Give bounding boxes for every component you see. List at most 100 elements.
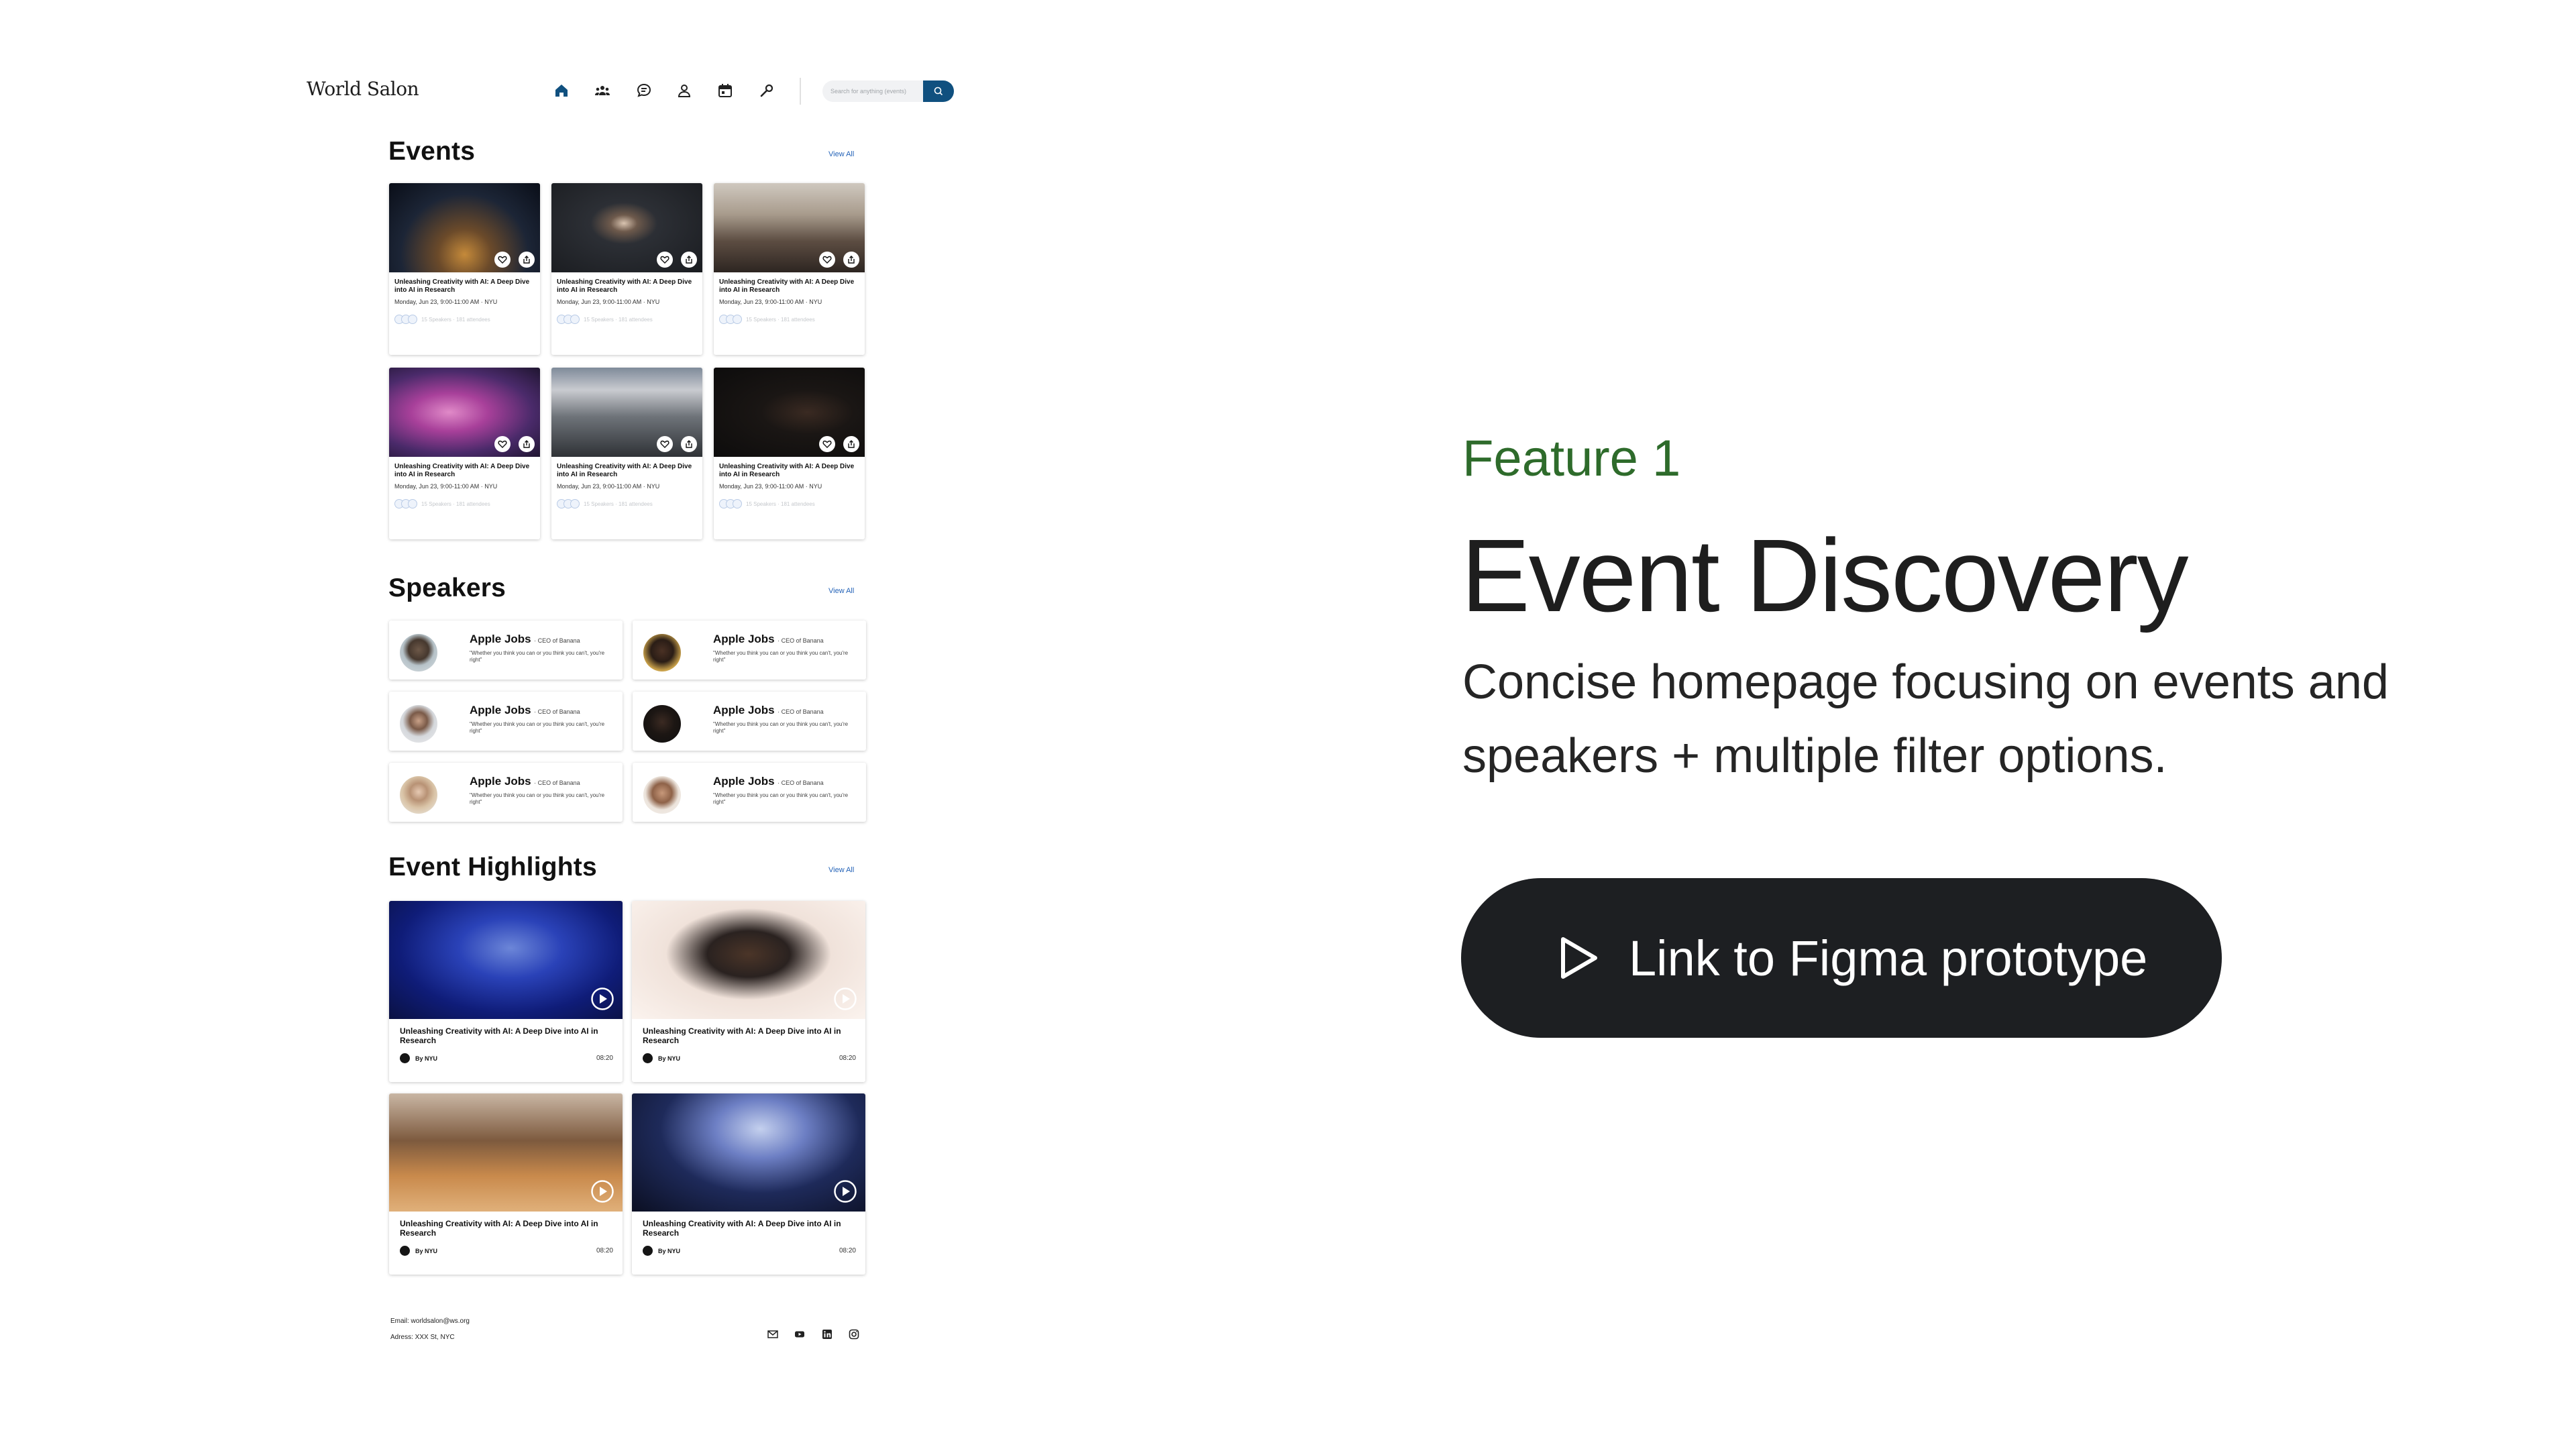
share-icon[interactable]: [681, 436, 697, 452]
speaker-role: · CEO of Banana: [777, 708, 824, 715]
speaker-quote: "Whether you think you can or you think …: [713, 721, 849, 734]
calendar-icon[interactable]: [716, 81, 735, 100]
highlight-title: Unleashing Creativity with AI: A Deep Di…: [643, 1219, 841, 1238]
video-thumbnail: [632, 901, 865, 1019]
homepage-mockup: World Salon Events View All Unleashing C…: [0, 0, 1006, 1449]
share-icon[interactable]: [843, 436, 859, 452]
play-icon[interactable]: [833, 1179, 857, 1203]
linkedin-icon[interactable]: [820, 1327, 835, 1342]
profile-icon[interactable]: [675, 81, 694, 100]
event-date: Monday, Jun 23, 9:00-11:00 AM · NYU: [719, 299, 822, 305]
play-icon[interactable]: [590, 987, 614, 1011]
highlight-title: Unleashing Creativity with AI: A Deep Di…: [400, 1026, 598, 1045]
feature-title: Event Discovery: [1461, 518, 2189, 633]
footer-email: Email: worldsalon@ws.org: [390, 1318, 470, 1325]
highlight-video-card[interactable]: Unleashing Creativity with AI: A Deep Di…: [389, 901, 623, 1082]
share-icon[interactable]: [519, 252, 535, 268]
play-icon[interactable]: [833, 987, 857, 1011]
speaker-role: · CEO of Banana: [534, 708, 580, 715]
speaker-name: Apple Jobs: [713, 704, 775, 716]
highlight-video-card[interactable]: Unleashing Creativity with AI: A Deep Di…: [389, 1093, 623, 1275]
feature-description: Concise homepage focusing on events and …: [1462, 655, 2389, 783]
speaker-avatars: [719, 499, 742, 508]
favorite-icon[interactable]: [819, 252, 835, 268]
community-icon[interactable]: [593, 81, 612, 100]
video-duration: 08:20: [596, 1055, 613, 1062]
figma-prototype-button[interactable]: Link to Figma prototype: [1461, 878, 2222, 1038]
tools-icon[interactable]: [757, 81, 776, 100]
video-duration: 08:20: [839, 1247, 856, 1254]
play-outline-icon: [1561, 937, 1597, 979]
search-field[interactable]: [822, 80, 927, 102]
speakers-view-all-link[interactable]: View All: [828, 587, 854, 595]
event-card[interactable]: Unleashing Creativity with AI: A Deep Di…: [714, 368, 865, 539]
search-button[interactable]: [923, 80, 954, 102]
speaker-role: · CEO of Banana: [777, 780, 824, 786]
speaker-name: Apple Jobs: [713, 633, 775, 645]
speaker-card[interactable]: Apple Jobs · CEO of Banana "Whether you …: [633, 621, 866, 680]
speaker-avatars: [719, 315, 742, 324]
share-icon[interactable]: [681, 252, 697, 268]
speaker-name: Apple Jobs: [470, 633, 531, 645]
highlight-title: Unleashing Creativity with AI: A Deep Di…: [643, 1026, 841, 1045]
figma-prototype-label: Link to Figma prototype: [1629, 930, 2148, 986]
highlight-video-card[interactable]: Unleashing Creativity with AI: A Deep Di…: [632, 901, 865, 1082]
event-card[interactable]: Unleashing Creativity with AI: A Deep Di…: [551, 183, 702, 355]
share-icon[interactable]: [519, 436, 535, 452]
speaker-avatar: [643, 705, 681, 743]
event-date: Monday, Jun 23, 9:00-11:00 AM · NYU: [557, 299, 660, 305]
brand-logo[interactable]: World Salon: [307, 78, 419, 100]
speaker-card[interactable]: Apple Jobs · CEO of Banana "Whether you …: [633, 692, 866, 751]
highlight-video-card[interactable]: Unleashing Creativity with AI: A Deep Di…: [632, 1093, 865, 1275]
favorite-icon[interactable]: [657, 252, 673, 268]
event-card[interactable]: Unleashing Creativity with AI: A Deep Di…: [551, 368, 702, 539]
speaker-avatar: [400, 776, 437, 814]
favorite-icon[interactable]: [657, 436, 673, 452]
mail-icon[interactable]: [765, 1327, 780, 1342]
speaker-card[interactable]: Apple Jobs · CEO of Banana "Whether you …: [389, 692, 623, 751]
highlights-view-all-link[interactable]: View All: [828, 866, 854, 874]
event-card[interactable]: Unleashing Creativity with AI: A Deep Di…: [389, 368, 540, 539]
speaker-avatar: [400, 634, 437, 672]
event-date: Monday, Jun 23, 9:00-11:00 AM · NYU: [719, 483, 822, 490]
speaker-card[interactable]: Apple Jobs · CEO of Banana "Whether you …: [633, 763, 866, 822]
event-image: [551, 183, 702, 272]
events-view-all-link[interactable]: View All: [828, 150, 854, 158]
event-title: Unleashing Creativity with AI: A Deep Di…: [557, 278, 692, 294]
youtube-icon[interactable]: [792, 1327, 807, 1342]
favorite-icon[interactable]: [494, 436, 511, 452]
speaker-card[interactable]: Apple Jobs · CEO of Banana "Whether you …: [389, 763, 623, 822]
play-icon[interactable]: [590, 1179, 614, 1203]
event-image: [389, 368, 540, 457]
speakers-section-title: Speakers: [388, 574, 506, 602]
organizer-avatar: [643, 1053, 653, 1063]
event-stats-text: 15 Speakers · 181 attendees: [421, 316, 490, 323]
event-stats: 15 Speakers · 181 attendees: [389, 305, 540, 324]
organizer-avatar: [400, 1246, 410, 1256]
organizer-avatar: [400, 1053, 410, 1063]
video-duration: 08:20: [596, 1247, 613, 1254]
instagram-icon[interactable]: [847, 1327, 861, 1342]
speaker-avatars: [394, 499, 417, 508]
event-image: [714, 183, 865, 272]
share-icon[interactable]: [843, 252, 859, 268]
favorite-icon[interactable]: [819, 436, 835, 452]
home-icon[interactable]: [552, 81, 571, 100]
video-thumbnail: [632, 1093, 865, 1212]
speaker-name: Apple Jobs: [470, 704, 531, 716]
search-input[interactable]: [830, 88, 924, 95]
event-stats: 15 Speakers · 181 attendees: [551, 490, 702, 508]
speaker-card[interactable]: Apple Jobs · CEO of Banana "Whether you …: [389, 621, 623, 680]
speaker-quote: "Whether you think you can or you think …: [470, 650, 605, 663]
event-card[interactable]: Unleashing Creativity with AI: A Deep Di…: [714, 183, 865, 355]
favorite-icon[interactable]: [494, 252, 511, 268]
chat-icon[interactable]: [635, 81, 653, 100]
event-title: Unleashing Creativity with AI: A Deep Di…: [557, 463, 692, 478]
event-stats-text: 15 Speakers · 181 attendees: [746, 500, 815, 507]
event-card[interactable]: Unleashing Creativity with AI: A Deep Di…: [389, 183, 540, 355]
event-title: Unleashing Creativity with AI: A Deep Di…: [719, 278, 855, 294]
event-date: Monday, Jun 23, 9:00-11:00 AM · NYU: [394, 483, 498, 490]
speaker-avatars: [557, 315, 580, 324]
video-thumbnail: [389, 901, 623, 1019]
highlights-section-title: Event Highlights: [388, 853, 597, 881]
